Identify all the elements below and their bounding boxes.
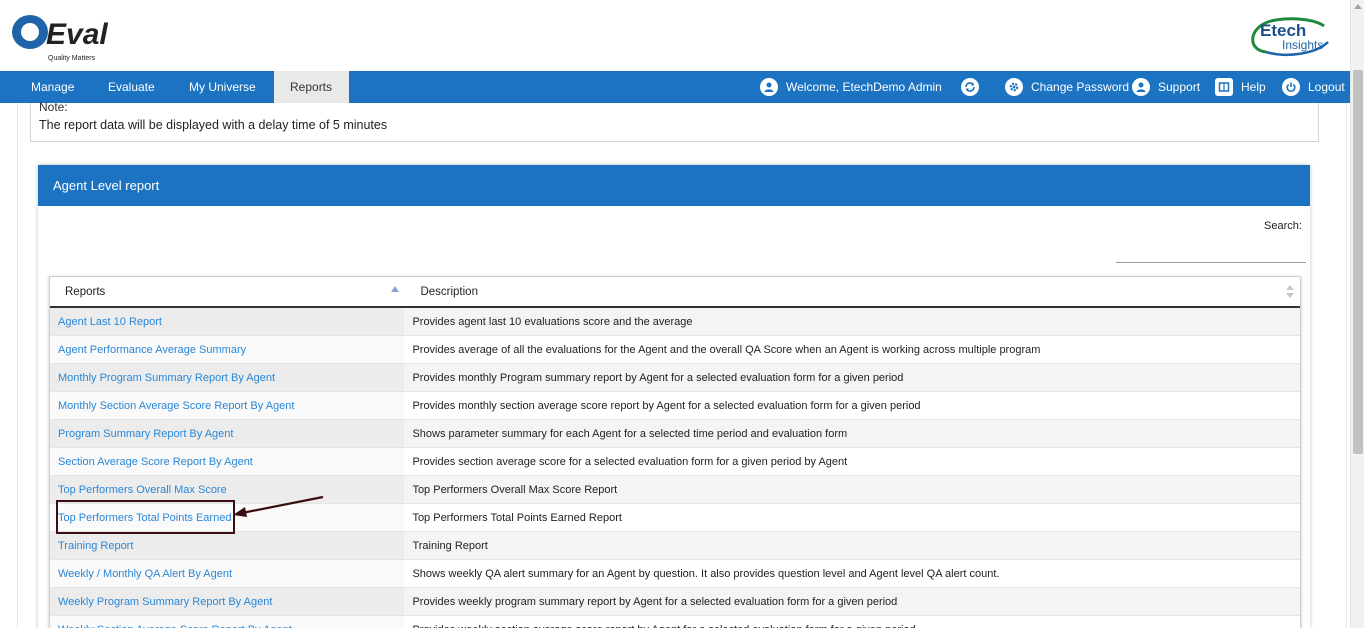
note-text: The report data will be displayed with a… (39, 118, 388, 132)
report-description: Provides monthly Program summary report … (412, 372, 904, 384)
help-book-icon (1215, 78, 1233, 96)
report-link[interactable]: Training Report (50, 532, 405, 559)
refresh-button[interactable] (961, 71, 987, 103)
top-header: Eval Quality Matters Etech Insights (0, 0, 1350, 71)
support-user-icon (1132, 78, 1150, 96)
table-body: Agent Last 10 Report Provides agent last … (50, 308, 1300, 628)
logout-label: Logout (1308, 80, 1345, 94)
table-row: Monthly Section Average Score Report By … (50, 392, 1300, 420)
support-label: Support (1158, 80, 1201, 94)
main-navbar: Manage Evaluate My Universe Reports Welc… (0, 71, 1350, 103)
annotation-arrow-icon (233, 495, 324, 517)
column-header-description-label: Description (420, 286, 478, 298)
logout-link[interactable]: Logout (1282, 71, 1345, 103)
report-description: Provides weekly program summary report b… (412, 596, 898, 608)
table-row: Program Summary Report By Agent Shows par… (50, 420, 1300, 448)
support-link[interactable]: Support (1132, 71, 1200, 103)
change-password-link[interactable]: Change Password (1005, 71, 1129, 103)
report-link[interactable]: Program Summary Report By Agent (50, 420, 405, 447)
help-label: Help (1241, 80, 1266, 94)
nav-evaluate[interactable]: Evaluate (92, 71, 171, 103)
help-link[interactable]: Help (1215, 71, 1266, 103)
report-link[interactable]: Agent Performance Average Summary (50, 336, 405, 363)
report-link[interactable]: Monthly Section Average Score Report By … (50, 392, 405, 419)
report-link[interactable]: Weekly / Monthly QA Alert By Agent (50, 560, 405, 587)
report-description: Provides section average score for a sel… (412, 456, 848, 468)
search-input[interactable] (1116, 262, 1306, 263)
report-description: Provides average of all the evaluations … (412, 344, 1041, 356)
nav-my-universe[interactable]: My Universe (173, 71, 272, 103)
table-header: Reports Description (50, 277, 1300, 308)
svg-text:Eval: Eval (46, 18, 108, 51)
table-row: Section Average Score Report By Agent Pro… (50, 448, 1300, 476)
column-header-description[interactable]: Description (404, 277, 1300, 306)
report-description: Top Performers Total Points Earned Repor… (412, 512, 622, 524)
report-link[interactable]: Monthly Program Summary Report By Agent (50, 364, 405, 391)
note-title: Note: (39, 100, 68, 114)
etech-insights-logo: Etech Insights (1246, 12, 1338, 60)
search-label: Search: (1264, 220, 1302, 232)
user-icon (760, 78, 778, 96)
column-header-reports[interactable]: Reports (50, 277, 404, 306)
report-description: Training Report (412, 540, 488, 552)
report-link[interactable]: Top Performers Overall Max Score (50, 476, 405, 503)
qeval-logo[interactable]: Eval Quality Matters (10, 10, 110, 62)
table-row: Agent Performance Average Summary Provide… (50, 336, 1300, 364)
report-link[interactable]: Weekly Section Average Score Report By A… (50, 616, 405, 628)
report-link[interactable]: Agent Last 10 Report (50, 308, 405, 335)
welcome-user[interactable]: Welcome, EtechDemo Admin (760, 71, 942, 103)
brand-tagline: Quality Matters (48, 55, 96, 62)
report-description: Shows weekly QA alert summary for an Age… (412, 568, 1000, 580)
report-link[interactable]: Weekly Program Summary Report By Agent (50, 588, 405, 615)
table-row: Agent Last 10 Report Provides agent last … (50, 308, 1300, 336)
nav-reports[interactable]: Reports (274, 71, 349, 103)
page-scrollbar[interactable] (1350, 0, 1364, 628)
sort-ascending-icon (391, 286, 400, 292)
gear-icon (1005, 78, 1023, 96)
column-header-reports-label: Reports (65, 286, 106, 298)
table-row: Weekly Program Summary Report By Agent Pr… (50, 588, 1300, 616)
sort-both-icon (1286, 285, 1294, 299)
report-description: Provides weekly section average score re… (404, 616, 1300, 628)
change-password-label: Change Password (1031, 80, 1130, 94)
report-description: Provides monthly section average score r… (412, 400, 921, 412)
table-row: Monthly Program Summary Report By Agent P… (50, 364, 1300, 392)
nav-manage[interactable]: Manage (15, 71, 90, 103)
report-link-top-performers-total-points[interactable]: Top Performers Total Points Earned (50, 504, 405, 531)
svg-text:Insights: Insights (1282, 38, 1323, 52)
power-icon (1282, 78, 1300, 96)
agent-level-report-panel: Agent Level report Search: Reports Descr… (38, 165, 1310, 628)
report-description: Shows parameter summary for each Agent f… (412, 428, 848, 440)
report-description: Top Performers Overall Max Score Report (412, 484, 618, 496)
welcome-text: Welcome, EtechDemo Admin (786, 80, 942, 94)
table-row: Training Report Training Report (50, 532, 1300, 560)
panel-title: Agent Level report (38, 165, 1310, 206)
scroll-up-arrow-icon[interactable] (1354, 4, 1362, 9)
table-row: Weekly / Monthly QA Alert By Agent Shows … (50, 560, 1300, 588)
reports-table: Reports Description Agent Last 10 Report… (49, 276, 1301, 628)
refresh-icon (961, 78, 979, 96)
table-row: Weekly Section Average Score Report By A… (50, 616, 1300, 628)
report-description: Provides agent last 10 evaluations score… (412, 316, 693, 328)
scrollbar-thumb[interactable] (1353, 70, 1363, 454)
note-box: Note: The report data will be displayed … (30, 100, 1319, 142)
report-link[interactable]: Section Average Score Report By Agent (50, 448, 405, 475)
